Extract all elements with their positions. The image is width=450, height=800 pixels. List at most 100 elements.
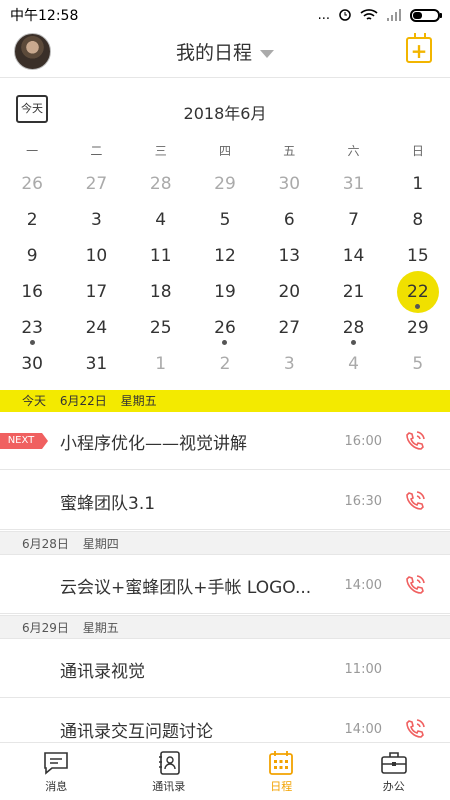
weekday-label: 四: [218, 144, 231, 158]
calendar-day[interactable]: 7: [321, 202, 385, 238]
calendar-day[interactable]: 13: [257, 238, 321, 274]
calendar-day[interactable]: 31: [64, 346, 128, 382]
alarm-icon: [339, 9, 351, 21]
phone-icon[interactable]: [404, 490, 426, 512]
section-date: 6月28日: [22, 537, 69, 551]
calendar-day[interactable]: 30: [0, 346, 64, 382]
calendar-week-row: 30 31 1 2 3 4 5: [0, 346, 450, 382]
today-banner: 今天 6月22日 星期五: [0, 390, 450, 412]
agenda-item[interactable]: 蜜蜂团队3.1 16:30: [0, 472, 450, 530]
calendar-day[interactable]: 17: [64, 274, 128, 310]
wifi-icon: [360, 9, 378, 20]
calendar-day[interactable]: 15: [386, 238, 450, 274]
agenda-item[interactable]: NEXT 小程序优化——视觉讲解 16:00: [0, 412, 450, 470]
tab-contacts[interactable]: 通讯录: [113, 743, 226, 800]
calendar-day-selected[interactable]: 22: [386, 271, 450, 313]
page-title: 我的日程: [175, 42, 252, 64]
event-time: 11:00: [344, 662, 382, 677]
event-time: 16:30: [344, 494, 382, 509]
weekday-label: 一: [26, 144, 39, 158]
calendar-day[interactable]: 27: [257, 310, 321, 346]
add-event-button[interactable]: +: [406, 33, 432, 63]
calendar-day[interactable]: 1: [129, 346, 193, 382]
tab-schedule[interactable]: 日程: [225, 743, 338, 800]
calendar-day[interactable]: 29: [386, 310, 450, 346]
calendar-day[interactable]: 26: [0, 166, 64, 202]
event-title: 蜜蜂团队3.1: [60, 494, 156, 514]
calendar-day[interactable]: 24: [64, 310, 128, 346]
calendar-day[interactable]: 28: [129, 166, 193, 202]
event-time: 16:00: [344, 434, 382, 449]
calendar-day[interactable]: 30: [257, 166, 321, 202]
section-weekday: 星期五: [82, 621, 119, 635]
status-icons: ...: [317, 7, 442, 23]
calendar-week-row: 2345678: [0, 202, 450, 238]
calendar-day[interactable]: 23: [0, 310, 64, 346]
section-weekday: 星期四: [82, 537, 119, 551]
calendar-day[interactable]: 6: [257, 202, 321, 238]
month-label: 2018年6月: [183, 104, 267, 123]
event-time: 14:00: [344, 722, 382, 737]
weekday-label: 三: [154, 144, 167, 158]
status-time: 中午12:58: [10, 8, 79, 24]
calendar-day[interactable]: 27: [64, 166, 128, 202]
phone-icon[interactable]: [404, 718, 426, 740]
date-section-header: 6月29日 星期五: [0, 615, 450, 639]
calendar-day[interactable]: 20: [257, 274, 321, 310]
calendar-day[interactable]: 1: [386, 166, 450, 202]
calendar-week-row: 16 17 18 19 20 21 22: [0, 271, 450, 313]
phone-icon[interactable]: [404, 574, 426, 596]
event-time: 14:00: [344, 578, 382, 593]
weekday-label: 二: [90, 144, 103, 158]
calendar-day[interactable]: 8: [386, 202, 450, 238]
tab-label: 通讯录: [152, 780, 186, 793]
event-title: 通讯录视觉: [60, 662, 145, 682]
calendar-day[interactable]: 5: [386, 346, 450, 382]
calendar-day[interactable]: 3: [64, 202, 128, 238]
agenda-item[interactable]: 云会议+蜜蜂团队+手帐 LOGO... 14:00: [0, 556, 450, 614]
agenda-item[interactable]: 通讯录视觉 11:00: [0, 640, 450, 698]
section-date: 6月29日: [22, 621, 69, 635]
phone-icon[interactable]: [404, 430, 426, 452]
calendar-day[interactable]: 16: [0, 274, 64, 310]
calendar-day[interactable]: 25: [129, 310, 193, 346]
calendar-day[interactable]: 18: [129, 274, 193, 310]
tab-office[interactable]: 办公: [338, 743, 450, 800]
calendar-day[interactable]: 3: [257, 346, 321, 382]
calendar-day[interactable]: 21: [321, 274, 385, 310]
calendar-week-row: 26 27 28 29 30 31 1: [0, 166, 450, 202]
calendar-day[interactable]: 31: [321, 166, 385, 202]
calendar-day[interactable]: 4: [321, 346, 385, 382]
calendar-week-row: 9 10 11 12 13 14 15: [0, 238, 450, 274]
weekday-label: 五: [283, 144, 296, 158]
calendar-day[interactable]: 11: [129, 238, 193, 274]
weekday-header: 一二三四五六日: [0, 142, 450, 159]
calendar-day[interactable]: 2: [193, 346, 257, 382]
signal-icon: [387, 9, 401, 21]
calendar-week-row: 23 24 25 26 27 28 29: [0, 310, 450, 346]
calendar-grid: 26 27 28 29 30 31 1 2 3 4 5 6 7 8 9 10 11 12 13 14 15 16 17 18 1…: [0, 166, 450, 382]
today-label: 今天: [22, 394, 47, 408]
bottom-nav: 消息 通讯录 日程 办公: [0, 742, 450, 800]
tab-messages[interactable]: 消息: [0, 743, 113, 800]
tab-label: 办公: [382, 780, 405, 793]
calendar-day[interactable]: 26: [193, 310, 257, 346]
calendar-day[interactable]: 19: [193, 274, 257, 310]
briefcase-icon: [380, 752, 407, 774]
tab-label: 日程: [270, 780, 293, 793]
calendar-day[interactable]: 10: [64, 238, 128, 274]
today-date: 6月22日: [59, 394, 107, 408]
calendar-icon: [269, 751, 294, 775]
calendar-day[interactable]: 14: [321, 238, 385, 274]
calendar-day[interactable]: 5: [193, 202, 257, 238]
event-title: 小程序优化——视觉讲解: [60, 434, 247, 454]
calendar-day[interactable]: 28: [321, 310, 385, 346]
calendar-day[interactable]: 12: [193, 238, 257, 274]
schedule-title-dropdown[interactable]: 我的日程: [0, 38, 450, 65]
calendar-day[interactable]: 4: [129, 202, 193, 238]
date-section-header: 6月28日 星期四: [0, 531, 450, 555]
calendar-day[interactable]: 29: [193, 166, 257, 202]
more-dots-icon: ...: [317, 7, 330, 23]
calendar-day[interactable]: 9: [0, 238, 64, 274]
calendar-day[interactable]: 2: [0, 202, 64, 238]
